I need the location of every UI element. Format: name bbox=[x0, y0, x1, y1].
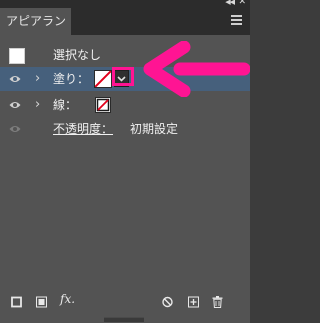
panel-menu-icon[interactable] bbox=[231, 15, 242, 27]
fill-label: 塗り： bbox=[53, 72, 90, 86]
visibility-eye-icon[interactable] bbox=[9, 100, 21, 110]
panel-bottom-toolbar: fx. bbox=[0, 292, 250, 313]
opacity-value: 初期設定 bbox=[130, 122, 179, 136]
add-fill-icon[interactable] bbox=[36, 295, 47, 309]
effects-fx-button[interactable]: fx. bbox=[60, 292, 75, 306]
clear-appearance-icon[interactable] bbox=[162, 295, 173, 309]
expand-chevron-icon[interactable]: › bbox=[35, 67, 40, 91]
fill-color-swatch[interactable] bbox=[94, 70, 112, 88]
opacity-link[interactable]: 不透明度： bbox=[53, 117, 113, 141]
duplicate-item-icon[interactable] bbox=[188, 295, 199, 309]
annotation-arrow-icon bbox=[143, 41, 250, 97]
stroke-label: 線： bbox=[53, 98, 78, 112]
selection-thumbnail bbox=[9, 48, 25, 64]
add-stroke-icon[interactable] bbox=[11, 295, 22, 309]
resize-grip[interactable] bbox=[104, 317, 144, 322]
collapse-panel-icon[interactable]: ◀◀ bbox=[225, 0, 235, 6]
opacity-row[interactable]: 不透明度： 初期設定 bbox=[0, 117, 250, 141]
annotation-highlight-box bbox=[112, 67, 134, 86]
stroke-color-swatch[interactable] bbox=[95, 97, 111, 113]
trash-icon[interactable] bbox=[212, 295, 223, 309]
panel-tabbar: アピアランス bbox=[0, 8, 250, 55]
no-selection-label: 選択なし bbox=[53, 48, 102, 62]
visibility-eye-icon[interactable] bbox=[9, 74, 21, 84]
panel-topbar: ◀◀ ✕ bbox=[0, 0, 250, 8]
close-icon[interactable]: ✕ bbox=[238, 0, 246, 7]
expand-chevron-icon[interactable]: › bbox=[35, 93, 40, 117]
visibility-eye-icon bbox=[9, 126, 21, 132]
tab-appearance[interactable]: アピアランス bbox=[0, 8, 71, 55]
